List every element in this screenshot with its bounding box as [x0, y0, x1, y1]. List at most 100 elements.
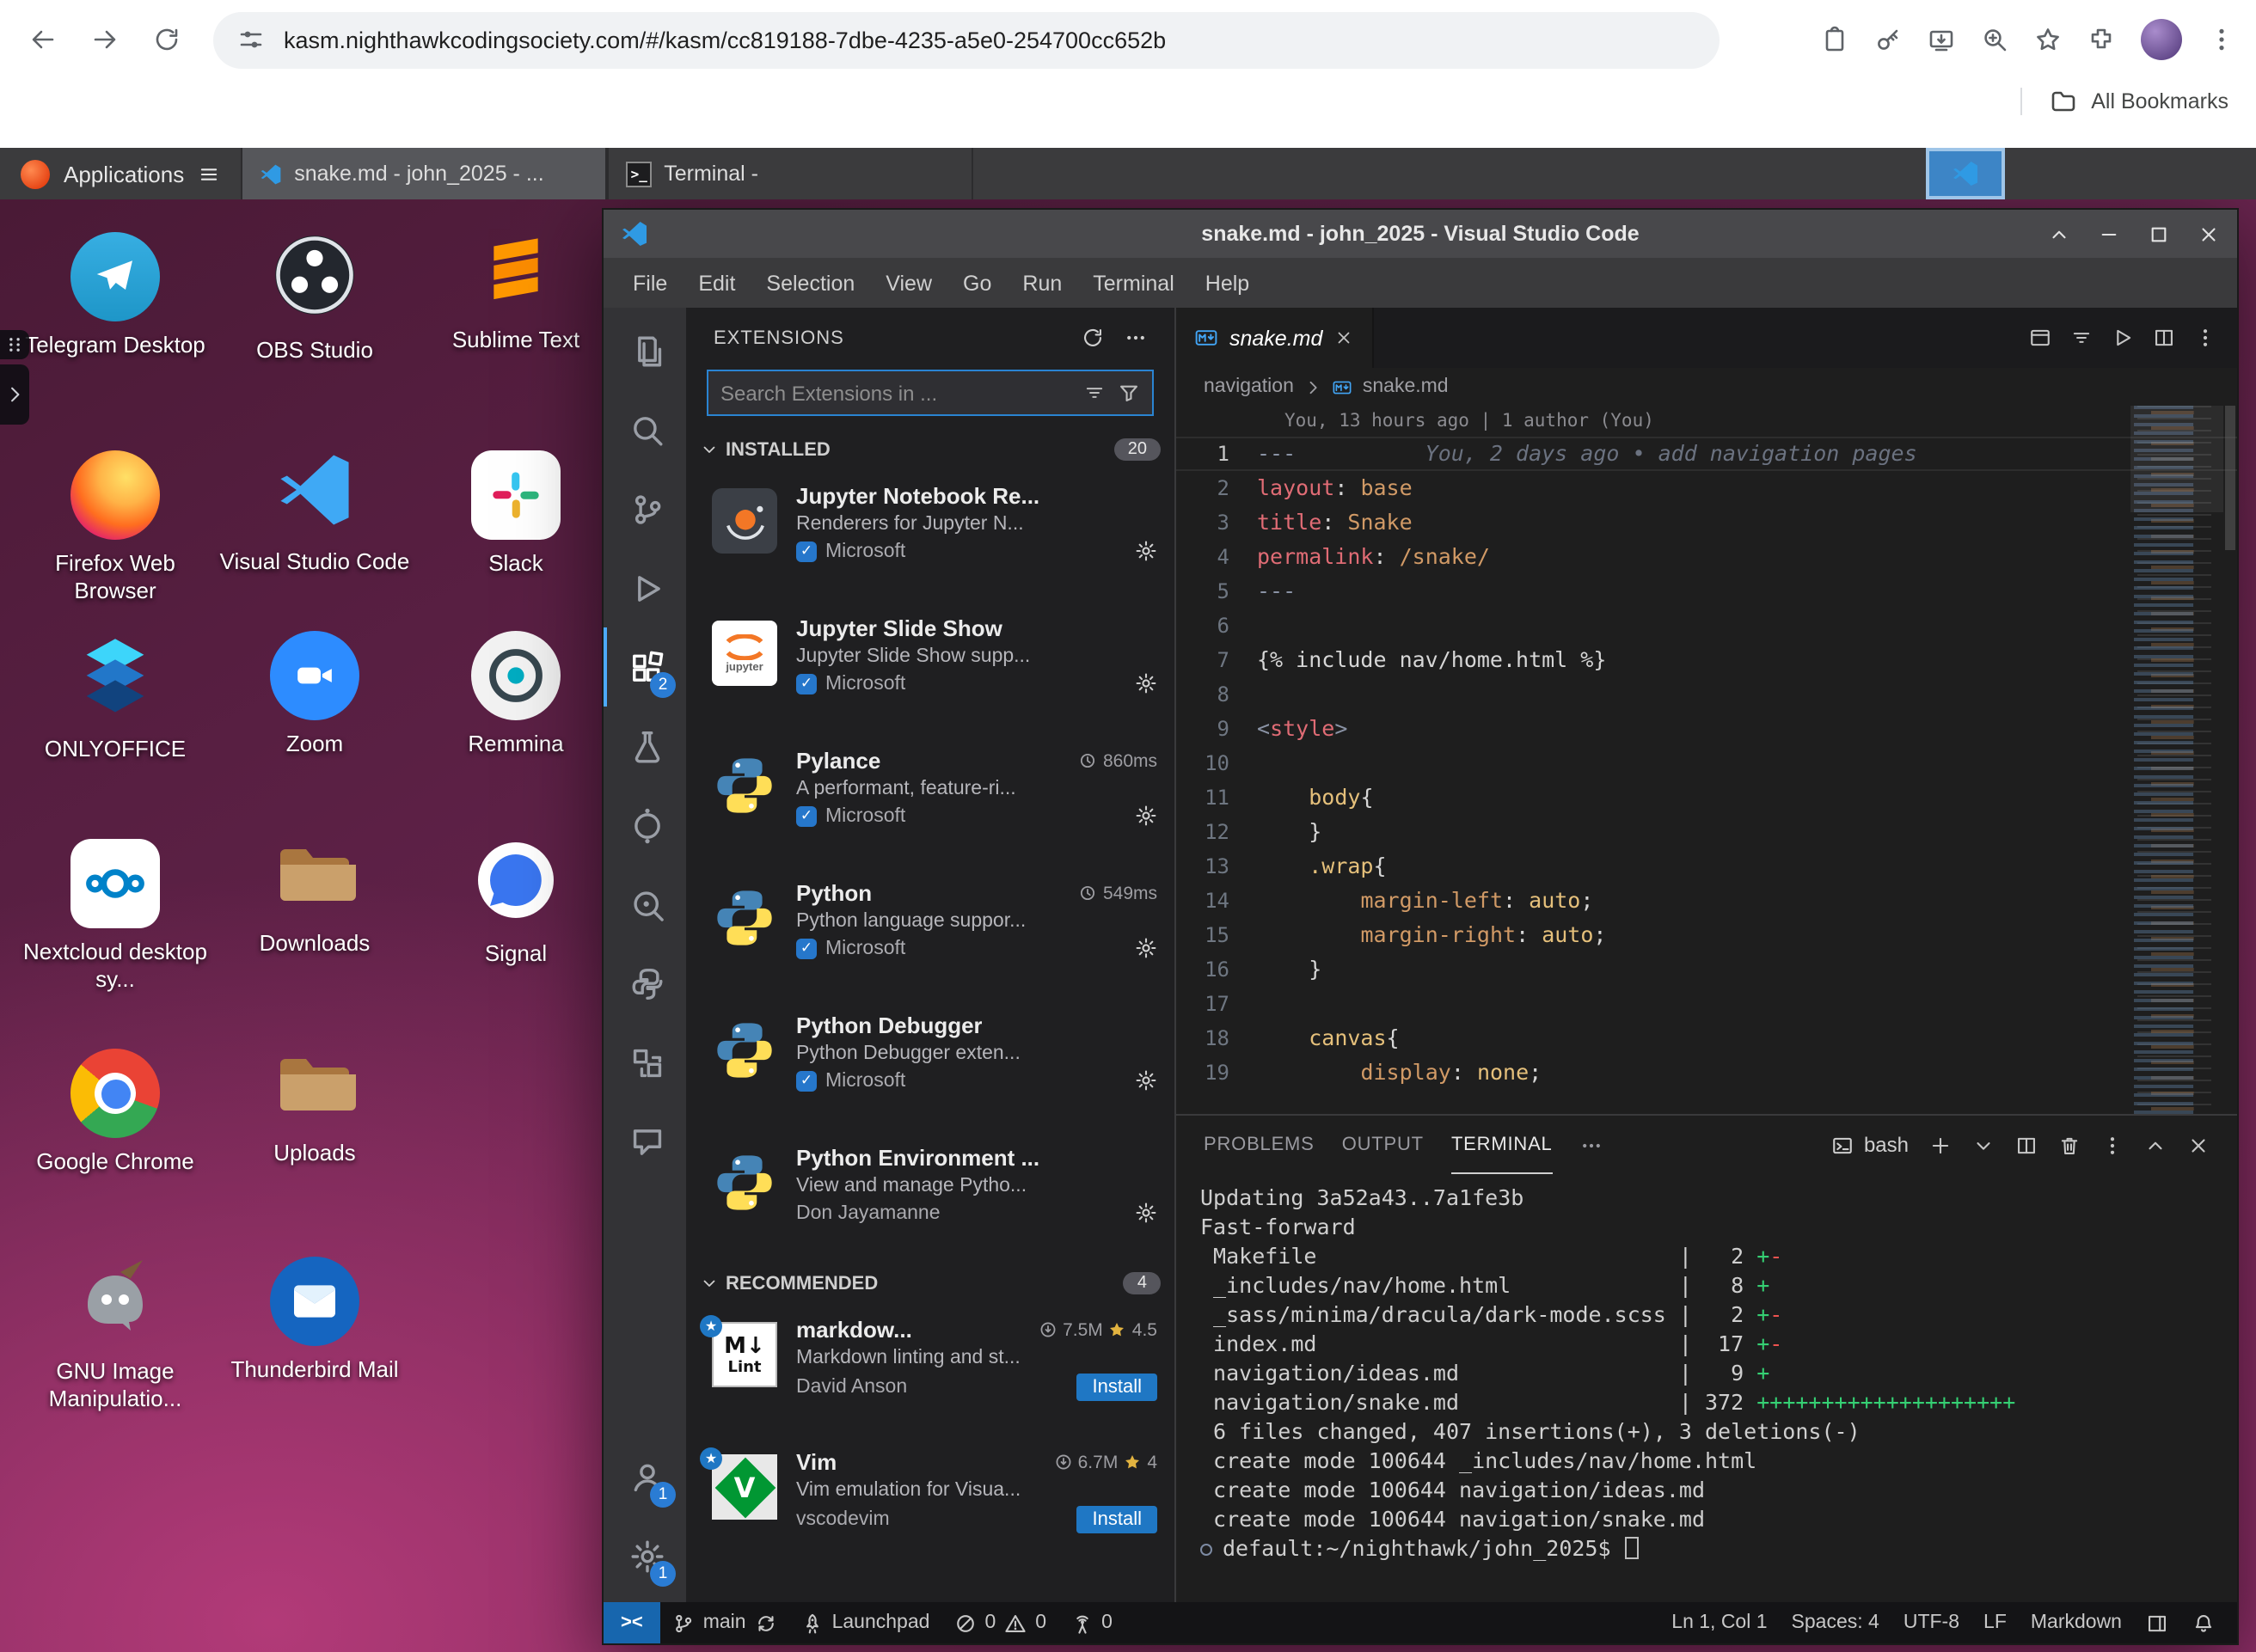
reload-button[interactable]: [141, 14, 193, 65]
activity-gear-button[interactable]: 1: [604, 1516, 686, 1595]
extensions-puzzle-icon[interactable]: [2087, 26, 2115, 53]
terminal-output[interactable]: Updating 3a52a43..7a1fe3bFast-forward Ma…: [1176, 1174, 2237, 1602]
code-editor[interactable]: You, 13 hours ago | 1 author (You) 1--- …: [1176, 406, 2237, 1114]
split-terminal-icon[interactable]: [2015, 1134, 2038, 1156]
extension-manage-gear-icon[interactable]: [1135, 540, 1157, 562]
terminal-profile-label[interactable]: bash: [1831, 1133, 1909, 1157]
activity-testing-button[interactable]: [604, 707, 686, 786]
cursor-position-item[interactable]: Ln 1, Col 1: [1659, 1612, 1779, 1632]
breadcrumb[interactable]: navigation snake.md: [1176, 368, 2237, 406]
extension-manage-gear-icon[interactable]: [1135, 805, 1157, 827]
run-file-icon[interactable]: [2112, 327, 2134, 349]
panel-tab-output[interactable]: OUTPUT: [1342, 1116, 1424, 1174]
desktop-icon-thunderbird-mail[interactable]: Thunderbird Mail: [215, 1257, 414, 1385]
close-tab-icon[interactable]: [1334, 328, 1353, 347]
extensions-search-input[interactable]: [720, 381, 1071, 405]
refresh-extensions-icon[interactable]: [1082, 327, 1104, 349]
breadcrumb-folder[interactable]: navigation: [1204, 376, 1294, 397]
split-editor-icon[interactable]: [2153, 327, 2175, 349]
code-line-6[interactable]: 6: [1176, 609, 2237, 643]
breadcrumb-file[interactable]: snake.md: [1363, 376, 1449, 397]
notifications-item[interactable]: [2180, 1612, 2227, 1634]
menu-run[interactable]: Run: [1007, 271, 1077, 295]
vscode-title-bar[interactable]: snake.md - john_2025 - Visual Studio Cod…: [604, 210, 2237, 258]
activity-jupyter-button[interactable]: [604, 786, 686, 865]
panel-tab-terminal[interactable]: TERMINAL: [1451, 1116, 1553, 1174]
launchpad-status-item[interactable]: Launchpad: [789, 1602, 942, 1643]
browser-menu-icon[interactable]: [2208, 26, 2235, 53]
terminal-more-actions-icon[interactable]: [2101, 1134, 2124, 1156]
maximize-panel-icon[interactable]: [2144, 1134, 2167, 1156]
code-line-1[interactable]: 1--- You, 2 days ago • add navigation pa…: [1176, 437, 2237, 471]
code-line-10[interactable]: 10: [1176, 746, 2237, 780]
extension-manage-gear-icon[interactable]: [1135, 1069, 1157, 1092]
desktop-icon-google-chrome[interactable]: Google Chrome: [15, 1049, 215, 1177]
problems-status-item[interactable]: 00: [941, 1602, 1058, 1643]
indentation-item[interactable]: Spaces: 4: [1780, 1612, 1891, 1632]
minimap-slider[interactable]: [2130, 406, 2223, 512]
extension-item-jupyter-notebook-re[interactable]: Jupyter Notebook Re... Renderers for Jup…: [686, 469, 1174, 602]
kill-terminal-icon[interactable]: [2058, 1134, 2081, 1156]
minimize-icon[interactable]: [2098, 223, 2120, 245]
desktop-icon-obs-studio[interactable]: OBS Studio: [215, 232, 414, 365]
code-line-8[interactable]: 8: [1176, 677, 2237, 712]
code-line-19[interactable]: 19 display: none;: [1176, 1055, 2237, 1090]
code-line-18[interactable]: 18 canvas{: [1176, 1021, 2237, 1055]
ports-status-item[interactable]: 0: [1058, 1602, 1125, 1643]
close-window-icon[interactable]: [2198, 223, 2220, 245]
menu-view[interactable]: View: [870, 271, 947, 295]
open-preview-icon[interactable]: [2029, 327, 2051, 349]
sort-filter-icon[interactable]: [1083, 382, 1106, 404]
toggle-render-icon[interactable]: [2070, 327, 2093, 349]
desktop-icon-uploads[interactable]: Uploads: [215, 1049, 414, 1168]
activity-explorer-button[interactable]: [604, 311, 686, 390]
desktop-icon-slack[interactable]: Slack: [416, 450, 616, 578]
extension-item-markdow[interactable]: M↓Lint★ markdow...7.5M 4.5 Markdown lint…: [686, 1303, 1174, 1435]
activity-python-ext-button[interactable]: [604, 944, 686, 1023]
editor-tab-snake-md[interactable]: snake.md: [1176, 308, 1374, 368]
desktop-icon-signal[interactable]: Signal: [416, 839, 616, 969]
kasm-drag-handle[interactable]: [0, 330, 29, 359]
back-button[interactable]: [17, 14, 69, 65]
extension-item-python-environment[interactable]: Python Environment ... View and manage P…: [686, 1131, 1174, 1263]
minimap[interactable]: [2130, 406, 2223, 1114]
kasm-panel-toggle[interactable]: [0, 364, 29, 425]
applications-menu-button[interactable]: Applications: [0, 148, 241, 199]
extension-item-jupyter-slide-show[interactable]: jupyter Jupyter Slide Show Jupyter Slide…: [686, 602, 1174, 734]
maximize-icon[interactable]: [2148, 223, 2170, 245]
menu-terminal[interactable]: Terminal: [1077, 271, 1190, 295]
extensions-section-installed[interactable]: INSTALLED20: [686, 430, 1174, 469]
code-line-14[interactable]: 14 margin-left: auto;: [1176, 884, 2237, 918]
eol-item[interactable]: LF: [1971, 1612, 2019, 1632]
desktop-icon-downloads[interactable]: Downloads: [215, 839, 414, 958]
desktop-icon-visual-studio-code[interactable]: Visual Studio Code: [215, 450, 414, 577]
password-manager-icon[interactable]: [1874, 26, 1902, 53]
menu-edit[interactable]: Edit: [683, 271, 751, 295]
code-line-3[interactable]: 3title: Snake: [1176, 505, 2237, 540]
site-settings-icon[interactable]: [237, 26, 265, 53]
code-line-2[interactable]: 2layout: base: [1176, 471, 2237, 505]
install-button[interactable]: Install: [1077, 1374, 1158, 1401]
editor-layout-item[interactable]: [2134, 1612, 2180, 1634]
install-button[interactable]: Install: [1077, 1506, 1158, 1533]
encoding-item[interactable]: UTF-8: [1891, 1612, 1971, 1632]
zoom-icon[interactable]: [1981, 26, 2008, 53]
extension-manage-gear-icon[interactable]: [1135, 937, 1157, 959]
menu-selection[interactable]: Selection: [751, 271, 870, 295]
code-line-13[interactable]: 13 .wrap{: [1176, 849, 2237, 884]
panel-tab-problems[interactable]: PROBLEMS: [1204, 1116, 1315, 1174]
activity-account-button[interactable]: 1: [604, 1437, 686, 1516]
forward-button[interactable]: [79, 14, 131, 65]
desktop-icon-zoom[interactable]: Zoom: [215, 631, 414, 759]
menu-file[interactable]: File: [617, 271, 683, 295]
code-line-5[interactable]: 5---: [1176, 574, 2237, 609]
desktop-icon-nextcloud-desktop-sy[interactable]: Nextcloud desktop sy...: [15, 839, 215, 994]
extension-item-vim[interactable]: V★ Vim6.7M 4 Vim emulation for Visua... …: [686, 1435, 1174, 1568]
bookmark-star-icon[interactable]: [2034, 26, 2062, 53]
extension-item-python-debugger[interactable]: Python Debugger Python Debugger exten...…: [686, 999, 1174, 1131]
new-terminal-icon[interactable]: [1929, 1134, 1952, 1156]
taskbar-window-snake-md-john-2025[interactable]: snake.md - john_2025 - ...: [241, 148, 607, 199]
code-line-11[interactable]: 11 body{: [1176, 780, 2237, 815]
code-line-7[interactable]: 7{% include nav/home.html %}: [1176, 643, 2237, 677]
extensions-search-box[interactable]: [707, 370, 1154, 416]
